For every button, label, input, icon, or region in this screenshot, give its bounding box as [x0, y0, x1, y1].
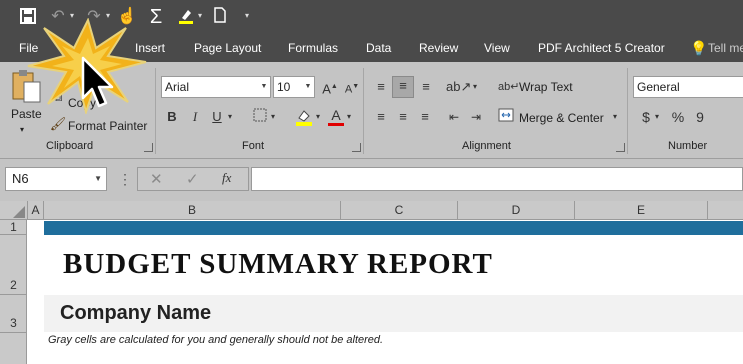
- merge-center-button[interactable]: Merge & Center: [519, 110, 604, 126]
- align-middle-icon[interactable]: ≡: [392, 76, 414, 98]
- highlight-icon[interactable]: [176, 7, 196, 27]
- tab-review[interactable]: Review: [419, 33, 458, 62]
- decrease-font-icon[interactable]: A▼: [342, 78, 362, 96]
- more-options-icon[interactable]: ⋮: [118, 171, 132, 187]
- currency-dropdown-icon[interactable]: ▾: [652, 108, 662, 126]
- align-left-icon[interactable]: ≡: [371, 108, 391, 126]
- format-painter-button[interactable]: Format Painter: [68, 118, 147, 134]
- underline-button[interactable]: U: [207, 108, 227, 126]
- font-name-value: Arial: [165, 80, 190, 94]
- column-a-cells[interactable]: [28, 221, 44, 364]
- paste-dropdown-icon[interactable]: ▾: [20, 122, 24, 138]
- column-header-e[interactable]: E: [575, 201, 708, 220]
- highlight-dropdown-icon[interactable]: ▾: [198, 9, 206, 23]
- tab-data[interactable]: Data: [366, 33, 391, 62]
- font-color-icon[interactable]: A: [326, 106, 346, 126]
- company-name-text: Company Name: [60, 302, 212, 324]
- cancel-icon[interactable]: ✕: [150, 170, 163, 188]
- number-group-label: Number: [668, 140, 708, 152]
- header-color-bar[interactable]: [44, 221, 743, 235]
- underline-dropdown-icon[interactable]: ▾: [225, 108, 235, 126]
- align-center-icon[interactable]: ≡: [393, 108, 413, 126]
- click-highlight-burst: [27, 18, 147, 114]
- row-header-1[interactable]: 1: [0, 220, 27, 235]
- increase-font-icon[interactable]: A▲: [320, 78, 340, 96]
- mouse-cursor-icon: [81, 56, 114, 108]
- select-all-button[interactable]: [0, 201, 28, 220]
- font-name-select[interactable]: Arial ▼: [161, 76, 271, 98]
- font-size-value: 10: [277, 80, 291, 94]
- insert-function-button[interactable]: fx: [222, 170, 231, 186]
- instruction-note[interactable]: Gray cells are calculated for you and ge…: [48, 334, 383, 346]
- italic-button[interactable]: I: [185, 108, 205, 126]
- name-box-value: N6: [12, 171, 29, 186]
- row-header-2[interactable]: 2: [0, 235, 27, 295]
- bold-button[interactable]: B: [162, 108, 182, 126]
- new-file-icon[interactable]: [210, 7, 230, 27]
- column-header-f[interactable]: [708, 201, 743, 220]
- orientation-dropdown-icon[interactable]: ▾: [470, 78, 480, 96]
- autosum-icon[interactable]: Σ: [146, 7, 166, 27]
- wrap-text-icon[interactable]: ab↵: [498, 78, 519, 96]
- align-top-icon[interactable]: ≡: [371, 78, 391, 96]
- percent-button[interactable]: %: [668, 108, 688, 126]
- name-box[interactable]: N6 ▼: [5, 167, 107, 191]
- tell-me-search[interactable]: Tell me: [708, 33, 743, 62]
- wrap-text-button[interactable]: Wrap Text: [519, 79, 573, 95]
- decrease-indent-icon[interactable]: ⇤: [444, 108, 464, 126]
- column-header-d[interactable]: D: [458, 201, 575, 220]
- formula-input[interactable]: [251, 167, 743, 191]
- group-separator: [627, 68, 628, 154]
- font-group-label: Font: [242, 140, 265, 152]
- increase-indent-icon[interactable]: ⇥: [466, 108, 486, 126]
- alignment-launcher-icon[interactable]: [616, 143, 625, 152]
- column-headers: A B C D E: [0, 201, 743, 220]
- chevron-down-icon: ▼: [260, 83, 268, 90]
- font-color-dropdown-icon[interactable]: ▾: [344, 108, 354, 126]
- row-headers: 1 2 3: [0, 220, 27, 364]
- clipboard-group-label: Clipboard: [46, 140, 94, 152]
- fill-color-icon[interactable]: [294, 108, 314, 126]
- chevron-down-icon: ▼: [94, 174, 102, 183]
- borders-icon[interactable]: [250, 108, 270, 126]
- alignment-group-label: Alignment: [462, 140, 511, 152]
- row-header-3[interactable]: 3: [0, 295, 27, 333]
- font-launcher-icon[interactable]: [352, 143, 361, 152]
- font-size-select[interactable]: 10 ▼: [273, 76, 315, 98]
- column-header-a[interactable]: A: [28, 201, 44, 220]
- borders-dropdown-icon[interactable]: ▾: [268, 108, 278, 126]
- report-title[interactable]: BUDGET SUMMARY REPORT: [63, 248, 493, 281]
- merge-center-icon[interactable]: [496, 108, 516, 126]
- orientation-icon[interactable]: ab↗: [446, 78, 471, 96]
- align-bottom-icon[interactable]: ≡: [416, 78, 436, 96]
- formula-bar: N6 ▼ ⋮ ✕ ✓ fx: [0, 159, 743, 201]
- enter-icon[interactable]: ✓: [186, 170, 199, 188]
- number-format-select[interactable]: General: [633, 76, 743, 98]
- tab-formulas[interactable]: Formulas: [288, 33, 338, 62]
- format-painter-icon[interactable]: 🖌: [48, 115, 68, 133]
- group-separator: [363, 68, 364, 154]
- chevron-down-icon: ▼: [304, 83, 312, 90]
- lightbulb-icon[interactable]: 💡: [690, 33, 707, 62]
- tab-pdf-architect[interactable]: PDF Architect 5 Creator: [538, 33, 665, 62]
- group-separator: [155, 68, 156, 154]
- tab-view[interactable]: View: [484, 33, 510, 62]
- column-header-c[interactable]: C: [341, 201, 458, 220]
- comma-button[interactable]: 9: [690, 108, 710, 126]
- merge-dropdown-icon[interactable]: ▾: [610, 108, 620, 126]
- tab-page-layout[interactable]: Page Layout: [194, 33, 261, 62]
- fill-color-dropdown-icon[interactable]: ▾: [313, 108, 323, 126]
- number-format-value: General: [637, 80, 680, 94]
- column-header-b[interactable]: B: [44, 201, 341, 220]
- clipboard-launcher-icon[interactable]: [144, 143, 153, 152]
- customize-toolbar-icon[interactable]: ▾: [245, 9, 253, 23]
- align-right-icon[interactable]: ≡: [415, 108, 435, 126]
- formula-buttons: ✕ ✓ fx: [137, 167, 249, 191]
